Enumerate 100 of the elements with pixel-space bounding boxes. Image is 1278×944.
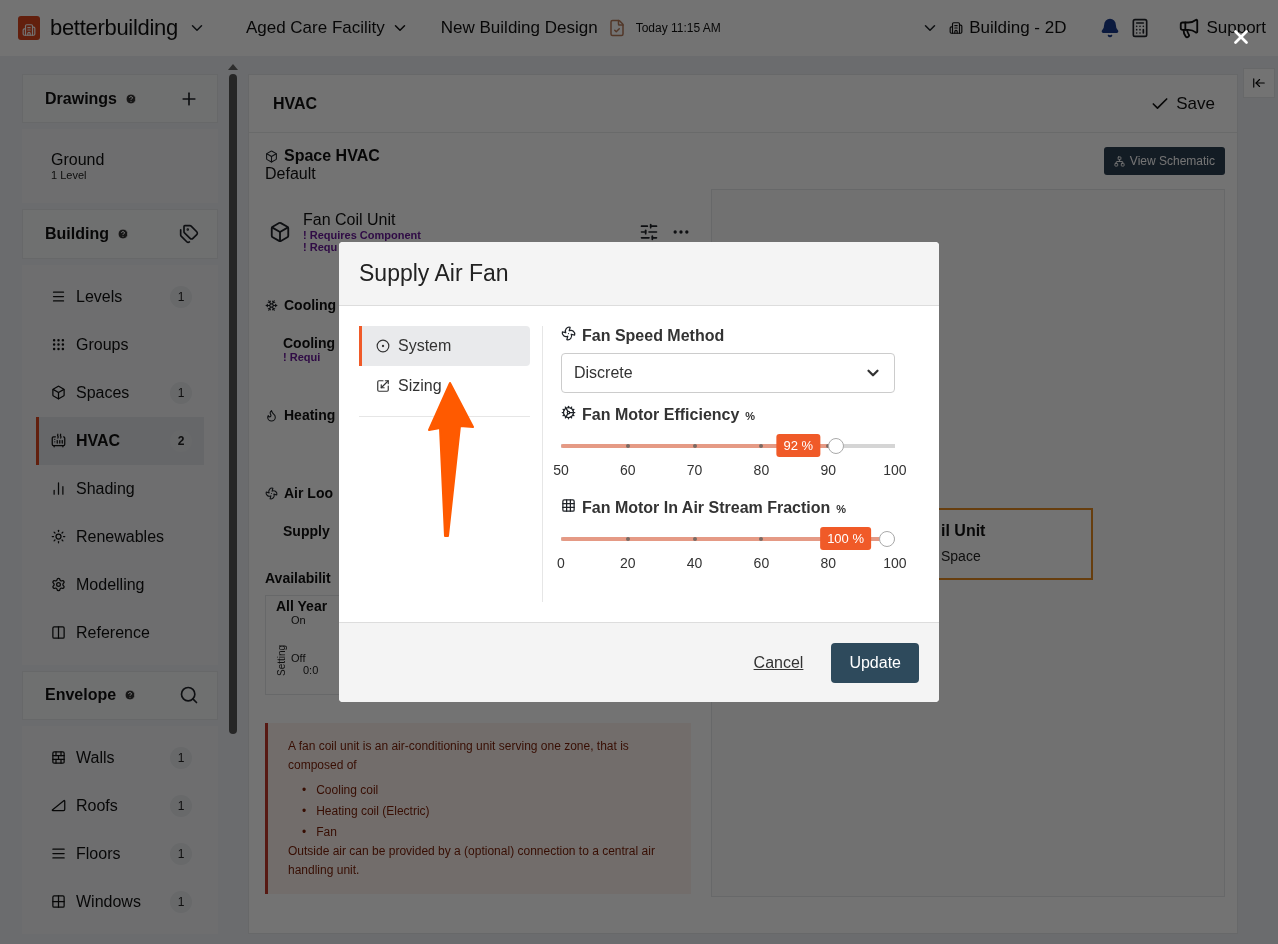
grip-icon (51, 337, 66, 353)
dialog-tab[interactable]: System (359, 326, 530, 366)
nav-item[interactable]: Modelling (36, 560, 204, 609)
update-button[interactable]: Update (831, 642, 919, 683)
slider-thumb[interactable] (879, 531, 895, 547)
resize-icon (376, 379, 390, 393)
dialog-tab[interactable]: Sizing (359, 366, 530, 406)
tick-label: 60 (619, 462, 637, 478)
help-icon[interactable] (117, 228, 129, 240)
view-schematic-button[interactable]: View Schematic (1103, 147, 1225, 175)
sliders-icon[interactable] (639, 222, 659, 242)
tick-label: 90 (819, 462, 837, 478)
dialog-title: Supply Air Fan (359, 260, 509, 287)
bell-icon[interactable] (1100, 18, 1121, 38)
tick-label: 0 (556, 555, 566, 571)
logo-icon (18, 16, 40, 40)
nav-label: Spaces (76, 383, 131, 402)
section-title: Drawings (45, 89, 117, 108)
tick-dot (625, 444, 630, 448)
brick-wall-icon (51, 750, 66, 766)
scroll-up-icon[interactable] (228, 64, 238, 70)
nav-item[interactable]: Groups (36, 320, 204, 369)
count-badge: 1 (170, 843, 192, 865)
section-title: Envelope (45, 686, 117, 705)
bullet-marker: • (302, 803, 307, 820)
nav-item[interactable]: HVAC 2 (36, 416, 204, 465)
building-icon (949, 21, 964, 35)
collapse-icon (1252, 76, 1266, 90)
slider-thumb[interactable] (828, 438, 845, 454)
sun-icon (51, 529, 66, 545)
flame-icon (265, 408, 278, 422)
chart-title: All Year (276, 598, 328, 614)
project-dropdown[interactable]: Aged Care Facility (245, 18, 409, 38)
select-field[interactable]: Discrete (561, 353, 895, 393)
collapse-button[interactable] (1243, 68, 1275, 98)
nav-label: Reference (76, 623, 151, 642)
nav-item[interactable]: Windows 1 (36, 878, 204, 926)
tick-label: 20 (619, 555, 637, 571)
section-title: Building (45, 225, 109, 243)
document-check-icon (607, 19, 626, 37)
panel-title: HVAC (273, 94, 318, 113)
nav-label: Windows (76, 893, 142, 911)
fan-icon (561, 326, 576, 341)
help-icon[interactable] (124, 689, 137, 702)
nav-item[interactable]: Levels 1 (36, 272, 204, 321)
unit-name: Fan Coil Unit (303, 211, 396, 229)
nav-item[interactable]: Reference (36, 608, 204, 657)
nav-item[interactable]: Shading (36, 464, 204, 513)
tags-icon[interactable] (179, 224, 199, 244)
menu-icon (51, 289, 66, 305)
warning-text: ! Requ (303, 241, 338, 253)
network-icon (1113, 155, 1125, 167)
gear-icon (51, 577, 66, 593)
save-button[interactable]: Save (1144, 92, 1221, 115)
bullet-marker: • (302, 782, 307, 799)
list-item: Cooling coil (316, 782, 379, 799)
fan-icon (265, 486, 278, 500)
columns-icon (51, 625, 66, 641)
nav-item[interactable]: Floors 1 (36, 830, 204, 878)
tick-label: 80 (752, 462, 771, 478)
bullet-marker: • (302, 824, 307, 841)
tick-label: 40 (685, 555, 704, 571)
nav-label: Walls (76, 749, 116, 767)
cancel-link[interactable]: Cancel (753, 653, 804, 672)
support-button[interactable]: Support (1178, 17, 1266, 39)
section-heading: Space HVAC (284, 147, 380, 165)
nav-label: Modelling (76, 575, 146, 594)
grid-icon (561, 498, 576, 513)
view-dropdown[interactable]: Building - 2D (949, 18, 1067, 38)
list-item: Heating coil (Electric) (316, 803, 430, 820)
tick-label: 70 (685, 462, 704, 478)
count-badge: 1 (170, 747, 192, 769)
drawing-item[interactable]: Ground 1 Level (36, 137, 204, 196)
nav-label: Groups (76, 335, 130, 354)
calculator-icon[interactable] (1130, 18, 1151, 38)
section-heading: Cooling (284, 297, 337, 313)
snowflake-icon (265, 298, 278, 312)
tick-label: On (291, 614, 306, 626)
cog-icon (561, 405, 576, 420)
field-label: Fan Motor Efficiency (582, 406, 740, 424)
target-icon (376, 339, 390, 353)
count-badge: 1 (170, 285, 192, 308)
tick-dot (826, 444, 831, 448)
tick-dot (692, 444, 697, 448)
nav-item[interactable]: Renewables (36, 512, 204, 561)
search-icon[interactable] (179, 685, 199, 706)
triangle-icon (51, 798, 66, 814)
nav-item[interactable]: Roofs 1 (36, 782, 204, 830)
axis-label: Setting (276, 643, 287, 676)
nav-item[interactable]: Spaces 1 (36, 368, 204, 417)
tick-dot (759, 537, 764, 541)
info-text: A fan coil unit is an air-conditioning unit serving one zone, that is composed of (288, 738, 630, 774)
count-badge: 1 (170, 891, 192, 913)
heater-icon (51, 433, 66, 449)
warning-text: ! Requires Component (303, 229, 421, 241)
lines-icon (51, 846, 66, 862)
help-icon[interactable] (125, 92, 137, 105)
unit-label: % (745, 410, 756, 422)
section-heading: Availabilit (265, 570, 331, 586)
nav-item[interactable]: Walls 1 (36, 734, 204, 782)
